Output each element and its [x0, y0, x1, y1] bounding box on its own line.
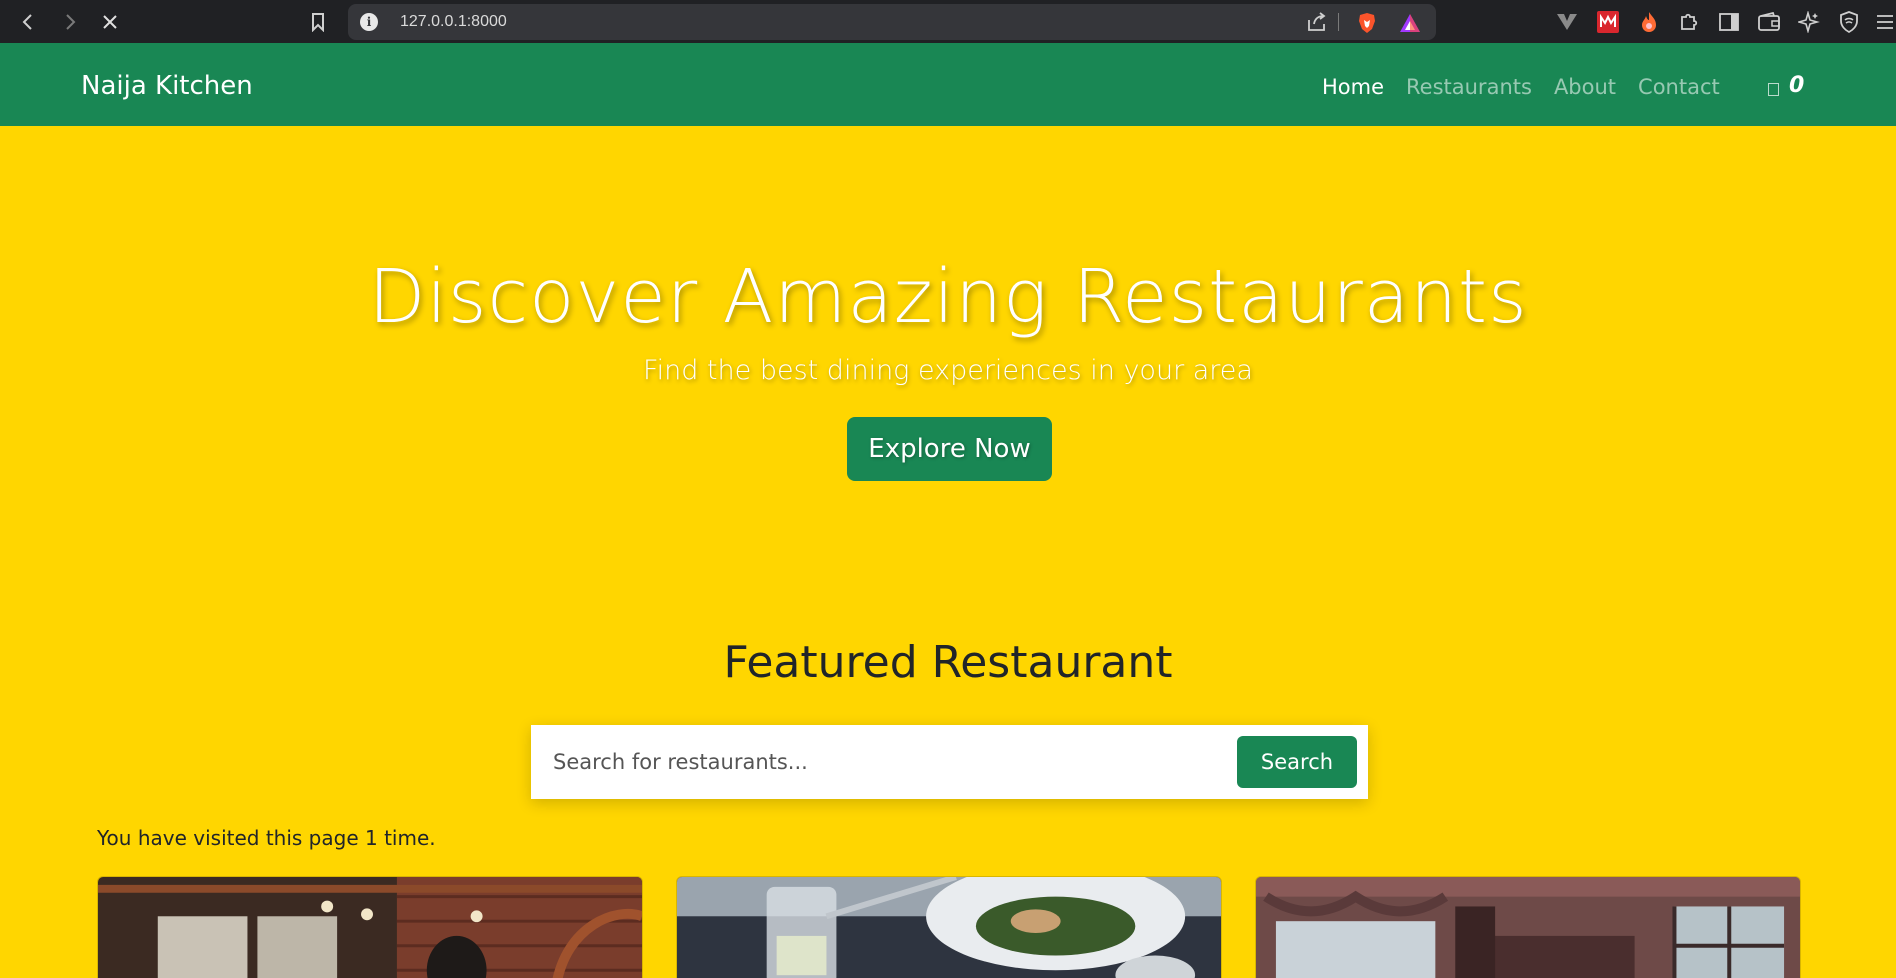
vpn-shield-icon[interactable]	[1837, 10, 1861, 34]
mega-extension-icon[interactable]	[1596, 10, 1620, 34]
sidebar-toggle-icon[interactable]	[1717, 10, 1741, 34]
bookmark-icon[interactable]	[304, 6, 332, 38]
menu-icon[interactable]	[1873, 10, 1896, 34]
brave-rewards-icon[interactable]	[1398, 12, 1422, 34]
search-input[interactable]	[531, 725, 1231, 799]
restaurant-card-image-1[interactable]	[97, 876, 643, 978]
fire-extension-icon[interactable]	[1637, 10, 1661, 34]
share-icon[interactable]	[1306, 12, 1328, 32]
extensions-puzzle-icon[interactable]	[1677, 10, 1701, 34]
leo-ai-icon[interactable]	[1797, 10, 1821, 34]
browser-toolbar: i 127.0.0.1:8000	[0, 0, 1896, 43]
omnibox-divider	[1338, 13, 1339, 31]
search-button[interactable]: Search	[1237, 736, 1357, 788]
restaurant-card-image-3[interactable]	[1255, 876, 1801, 978]
restaurant-dining-room-photo	[1256, 877, 1800, 978]
vpn-extension-icon[interactable]	[1555, 10, 1579, 34]
visit-counter-text: You have visited this page 1 time.	[97, 826, 436, 850]
brave-shields-icon[interactable]	[1356, 12, 1378, 34]
nav-link-contact[interactable]: Contact	[1638, 75, 1720, 99]
cart-link[interactable]: 0	[1768, 73, 1804, 98]
site-navbar: Naija Kitchen Home Restaurants About Con…	[0, 43, 1896, 126]
nav-link-home[interactable]: Home	[1322, 75, 1384, 99]
food-plate-photo	[677, 877, 1221, 978]
featured-heading: Featured Restaurant	[723, 637, 1173, 688]
brand-logo[interactable]: Naija Kitchen	[81, 71, 253, 101]
site-info-icon[interactable]: i	[360, 13, 378, 31]
cart-icon	[1768, 83, 1779, 96]
cart-count: 0	[1789, 73, 1805, 98]
forward-icon[interactable]	[56, 6, 84, 38]
url-text[interactable]: 127.0.0.1:8000	[400, 13, 507, 31]
restaurant-interior-brick-photo	[98, 877, 642, 978]
wallet-icon[interactable]	[1757, 10, 1781, 34]
hero-title: Discover Amazing Restaurants	[368, 254, 1528, 340]
back-icon[interactable]	[14, 6, 42, 38]
hero-subtitle: Find the best dining experiences in your…	[643, 355, 1253, 386]
restaurant-card-image-2[interactable]	[676, 876, 1222, 978]
search-form: Search	[531, 725, 1368, 799]
nav-links: Home Restaurants About Contact	[1322, 75, 1720, 99]
address-bar[interactable]: i 127.0.0.1:8000	[348, 4, 1436, 40]
stop-loading-icon[interactable]	[96, 6, 124, 38]
nav-link-about[interactable]: About	[1554, 75, 1616, 99]
explore-now-button[interactable]: Explore Now	[847, 417, 1052, 481]
nav-link-restaurants[interactable]: Restaurants	[1406, 75, 1532, 99]
